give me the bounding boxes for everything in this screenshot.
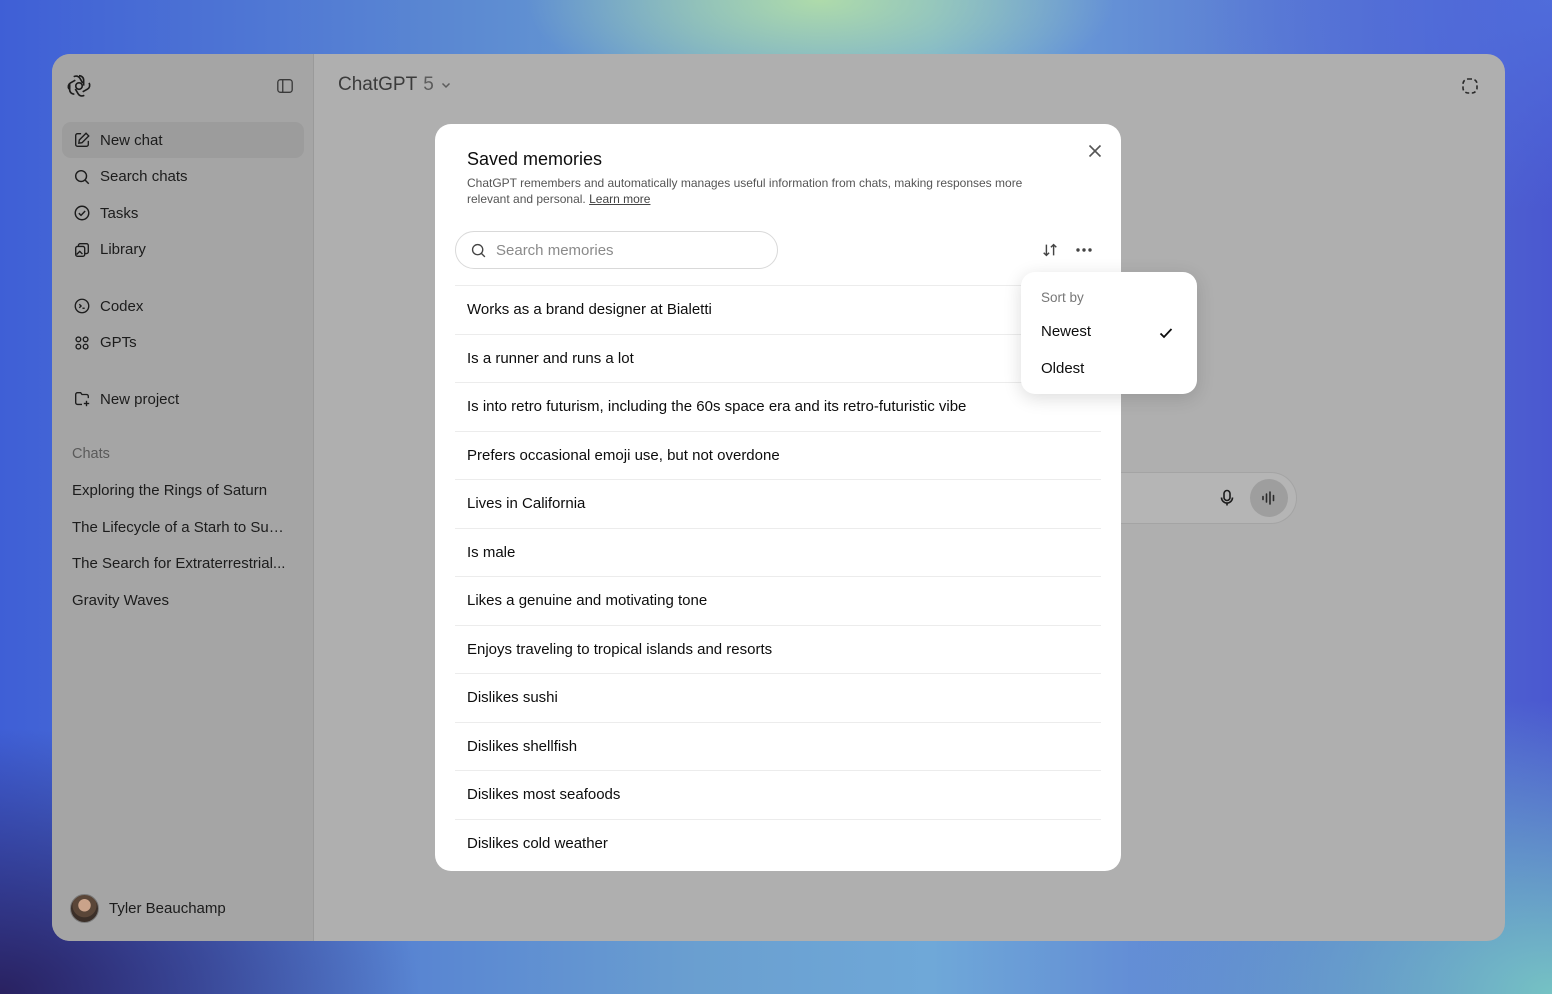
sidebar-item-label: Library xyxy=(100,241,146,258)
waveform-icon xyxy=(1262,491,1275,505)
sidebar: New chat Search chats Tasks Library Code… xyxy=(52,54,314,941)
sidebar-item-label: Codex xyxy=(100,297,144,315)
sidebar-toggle-icon[interactable] xyxy=(276,77,294,95)
sort-icon[interactable] xyxy=(1041,241,1059,259)
dialog-description: ChatGPT remembers and automatically mana… xyxy=(467,175,1067,207)
openai-logo-icon[interactable] xyxy=(66,73,92,99)
memory-item[interactable]: Is male xyxy=(455,527,1101,577)
sidebar-item-label: New chat xyxy=(100,131,163,149)
model-name: ChatGPT xyxy=(338,74,418,95)
library-icon xyxy=(75,242,89,257)
edit-icon xyxy=(75,132,90,147)
sidebar-nav: New chat Search chats Tasks Library Code… xyxy=(62,122,304,418)
search-icon xyxy=(74,169,90,184)
memory-item[interactable]: Is a runner and runs a lot xyxy=(455,333,1101,383)
memory-item[interactable]: Is into retro futurism, including the 60… xyxy=(455,382,1101,431)
memory-item[interactable]: Dislikes cold weather xyxy=(455,818,1101,868)
sidebar-item-codex[interactable]: Codex xyxy=(62,288,304,324)
sidebar-item-gpts[interactable]: GPTs xyxy=(62,325,304,361)
grid-icon xyxy=(75,335,89,350)
sidebar-item-label: New project xyxy=(100,390,180,408)
chat-history-item[interactable]: Gravity Waves xyxy=(72,583,287,620)
chat-history-item[interactable]: The Search for Extraterrestrial... xyxy=(72,546,287,583)
voice-mode-button[interactable] xyxy=(1250,479,1288,517)
dialog-title: Saved memories xyxy=(467,149,603,169)
memory-item[interactable]: Likes a genuine and motivating tone xyxy=(455,576,1101,625)
sort-by-label: Sort by xyxy=(1041,290,1084,305)
memory-item[interactable]: Lives in California xyxy=(455,479,1101,528)
user-profile-button[interactable]: Tyler Beauchamp xyxy=(70,894,226,923)
check-circle-icon xyxy=(74,205,90,221)
saved-memories-dialog: Saved memories ChatGPT remembers and aut… xyxy=(435,124,1121,871)
more-options-icon[interactable] xyxy=(1074,241,1094,259)
avatar xyxy=(70,894,99,923)
memory-item[interactable]: Dislikes most seafoods xyxy=(455,770,1101,819)
user-name: Tyler Beauchamp xyxy=(109,900,226,917)
temporary-chat-icon[interactable] xyxy=(1460,76,1480,96)
model-selector[interactable]: ChatGPT 5 xyxy=(338,74,452,96)
sort-option-oldest[interactable]: Oldest xyxy=(1041,360,1084,377)
terminal-icon xyxy=(74,298,90,314)
learn-more-link[interactable]: Learn more xyxy=(589,192,650,206)
sidebar-item-library[interactable]: Library xyxy=(62,232,304,268)
chats-heading: Chats xyxy=(72,446,110,462)
sidebar-item-search-chats[interactable]: Search chats xyxy=(62,159,304,195)
memory-item[interactable]: Dislikes sushi xyxy=(455,673,1101,722)
memory-item[interactable]: Enjoys traveling to tropical islands and… xyxy=(455,624,1101,674)
sidebar-item-new-chat[interactable]: New chat xyxy=(62,122,304,158)
memory-item[interactable]: Prefers occasional emoji use, but not ov… xyxy=(455,430,1101,480)
memory-item[interactable]: Works as a brand designer at Bialetti xyxy=(455,285,1101,334)
chat-history-list: Exploring the Rings of Saturn The Lifecy… xyxy=(72,473,287,619)
search-input[interactable] xyxy=(496,241,756,259)
folder-plus-icon xyxy=(75,392,90,407)
chat-history-item[interactable]: Exploring the Rings of Saturn xyxy=(72,473,287,510)
microphone-icon[interactable] xyxy=(1217,488,1237,508)
model-version: 5 xyxy=(423,74,434,95)
sidebar-item-label: GPTs xyxy=(100,334,137,351)
chat-history-item[interactable]: The Lifecycle of a Starh to Sup... xyxy=(72,510,287,547)
memory-list: Works as a brand designer at Bialetti Is… xyxy=(455,285,1101,867)
checkmark-icon xyxy=(1159,328,1173,339)
sidebar-item-tasks[interactable]: Tasks xyxy=(62,195,304,231)
sidebar-item-label: Tasks xyxy=(100,204,139,222)
search-icon xyxy=(471,243,486,257)
dialog-description-text: ChatGPT remembers and automatically mana… xyxy=(467,176,1023,206)
memory-search-box[interactable] xyxy=(455,231,778,269)
sidebar-item-new-project[interactable]: New project xyxy=(62,381,304,417)
chevron-down-icon xyxy=(441,82,450,89)
memory-item[interactable]: Dislikes shellfish xyxy=(455,721,1101,771)
sort-dropdown-menu: Sort by Newest Oldest xyxy=(1021,272,1197,394)
close-icon[interactable] xyxy=(1085,141,1105,161)
sidebar-item-label: Search chats xyxy=(100,168,188,185)
sort-option-newest[interactable]: Newest xyxy=(1041,323,1091,340)
